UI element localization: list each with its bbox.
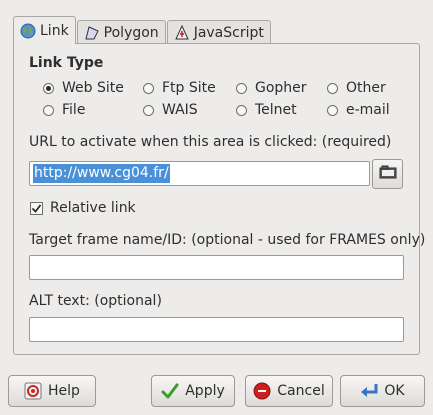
browse-button[interactable] — [372, 159, 403, 189]
radio-web-site[interactable]: Web Site — [43, 80, 124, 96]
radio-indicator — [143, 104, 154, 116]
radio-wais[interactable]: WAIS — [143, 102, 198, 118]
radio-email-label: e-mail — [346, 102, 390, 118]
radio-telnet[interactable]: Telnet — [236, 102, 297, 118]
url-label: URL to activate when this area is clicke… — [29, 134, 392, 150]
ok-label: OK — [384, 383, 405, 399]
cancel-button[interactable]: Cancel — [245, 375, 333, 407]
folder-icon — [379, 164, 397, 184]
target-label: Target frame name/ID: (optional - used f… — [29, 232, 426, 248]
url-value: http://www.cg04.fr/ — [33, 164, 170, 183]
ok-button[interactable]: OK — [340, 375, 425, 407]
radio-indicator — [143, 82, 154, 94]
alt-input[interactable] — [33, 319, 367, 342]
help-button[interactable]: Help — [8, 375, 96, 407]
radio-gopher[interactable]: Gopher — [236, 80, 307, 96]
radio-other[interactable]: Other — [327, 80, 386, 96]
tab-javascript[interactable]: JavaScript — [166, 20, 271, 44]
radio-indicator — [43, 82, 54, 94]
help-label: Help — [48, 383, 80, 399]
radio-other-label: Other — [346, 80, 386, 96]
radio-ftp-site-label: Ftp Site — [162, 80, 216, 96]
tab-bar: Link Polygon JavaScript — [13, 16, 272, 44]
radio-email[interactable]: e-mail — [327, 102, 390, 118]
checkmark-icon — [161, 382, 179, 400]
radio-file[interactable]: File — [43, 102, 85, 118]
radio-wais-label: WAIS — [162, 102, 198, 118]
radio-web-site-label: Web Site — [62, 80, 124, 96]
javascript-icon — [174, 24, 190, 41]
target-input[interactable] — [33, 257, 367, 280]
alt-label: ALT text: (optional) — [29, 293, 162, 309]
target-field[interactable] — [29, 255, 404, 280]
radio-indicator — [43, 104, 54, 116]
alt-field[interactable] — [29, 317, 404, 342]
link-type-heading: Link Type — [29, 55, 104, 71]
cancel-label: Cancel — [277, 383, 325, 399]
tab-link-label: Link — [40, 22, 69, 39]
radio-indicator — [327, 104, 338, 116]
radio-indicator — [327, 82, 338, 94]
radio-indicator — [236, 82, 247, 94]
apply-button[interactable]: Apply — [151, 375, 235, 407]
return-arrow-icon — [360, 382, 378, 400]
url-field[interactable]: http://www.cg04.fr/ — [29, 161, 370, 186]
help-icon — [24, 382, 42, 400]
radio-telnet-label: Telnet — [255, 102, 297, 118]
radio-indicator — [236, 104, 247, 116]
polygon-icon — [84, 25, 100, 41]
tab-link[interactable]: Link — [13, 16, 76, 44]
relative-link-label: Relative link — [50, 200, 136, 216]
relative-link-checkbox[interactable] — [30, 202, 43, 215]
globe-icon — [20, 23, 36, 39]
tab-polygon-label: Polygon — [103, 24, 159, 41]
stop-icon — [253, 382, 271, 400]
apply-label: Apply — [185, 383, 225, 399]
tab-javascript-label: JavaScript — [193, 24, 264, 41]
check-icon — [31, 204, 42, 213]
tab-polygon[interactable]: Polygon — [76, 20, 166, 44]
radio-gopher-label: Gopher — [255, 80, 307, 96]
radio-ftp-site[interactable]: Ftp Site — [143, 80, 216, 96]
radio-file-label: File — [62, 102, 86, 118]
